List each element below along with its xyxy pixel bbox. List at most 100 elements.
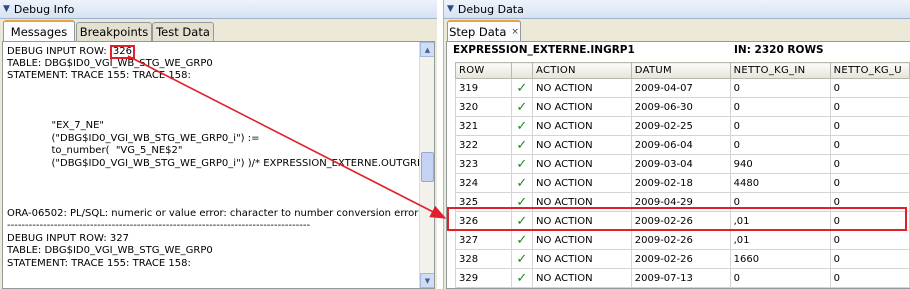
table-row[interactable]: 321 ✓ NO ACTION 2009-02-25 0 0: [455, 116, 910, 136]
table-cell: 940: [729, 154, 831, 174]
check-icon: ✓: [510, 173, 533, 193]
debug-info-title: Debug Info: [13, 2, 75, 16]
column-header[interactable]: NETTO_KG_IN: [729, 62, 831, 79]
table-row[interactable]: 323 ✓ NO ACTION 2009-03-04 940 0: [455, 154, 910, 174]
table-cell: 0: [829, 154, 910, 174]
table-cell: 0: [829, 173, 910, 193]
column-header[interactable]: [510, 62, 533, 79]
step-data-table: ROW ACTION DATUM NETTO_KG_IN NETTO_KG_U 319 ✓…: [455, 62, 910, 288]
highlighted-row-number: 326: [109, 45, 135, 59]
table-cell: 324: [455, 173, 512, 193]
message-line: ----------------------------------------…: [7, 220, 311, 231]
close-icon[interactable]: ×: [511, 27, 519, 37]
table-cell: 0: [829, 211, 910, 231]
check-icon: ✓: [510, 97, 533, 117]
collapse-triangle-icon[interactable]: ▼: [447, 4, 454, 14]
table-cell: 320: [455, 97, 512, 117]
table-row[interactable]: 322 ✓ NO ACTION 2009-06-04 0 0: [455, 135, 910, 155]
message-line: DEBUG INPUT ROW: 326: [7, 45, 417, 59]
table-cell: 0: [829, 268, 910, 288]
scroll-thumb[interactable]: [421, 152, 434, 182]
tab-test-data[interactable]: Test Data: [152, 22, 214, 41]
check-icon: ✓: [510, 116, 533, 136]
scroll-up-icon[interactable]: ▲: [420, 42, 434, 57]
table-body: 319 ✓ NO ACTION 2009-04-07 0 0 320 ✓ NO ACTION 20…: [455, 78, 910, 288]
table-row[interactable]: 324 ✓ NO ACTION 2009-02-18 4480 0: [455, 173, 910, 193]
message-line: TABLE: DBG$ID0_VGI_WB_STG_WE_GRP0: [7, 245, 213, 256]
table-row[interactable]: 326 ✓ NO ACTION 2009-02-26,01 0: [455, 211, 910, 231]
check-icon: ✓: [510, 249, 533, 269]
check-icon: ✓: [510, 78, 533, 98]
table-cell: 4480: [729, 173, 831, 193]
table-cell: 0: [829, 116, 910, 136]
column-header[interactable]: ACTION: [531, 62, 632, 79]
table-row[interactable]: 329 ✓ NO ACTION 2009-07-13 0 0: [455, 268, 910, 288]
message-line: DEBUG INPUT ROW: 327: [7, 232, 129, 244]
table-cell: NO ACTION: [531, 97, 632, 117]
table-cell: 327: [455, 230, 512, 250]
table-cell: ,01: [729, 211, 831, 231]
tab-messages[interactable]: Messages: [3, 20, 75, 41]
table-cell: NO ACTION: [531, 116, 632, 136]
table-cell: NO ACTION: [531, 135, 632, 155]
table-row[interactable]: 328 ✓ NO ACTION 2009-02-26 1660 0: [455, 249, 910, 269]
table-cell: 0: [729, 78, 831, 98]
table-cell: 0: [829, 230, 910, 250]
check-icon: ✓: [510, 192, 533, 212]
table-cell: 0: [729, 268, 831, 288]
table-row[interactable]: 320 ✓ NO ACTION 2009-06-30 0 0: [455, 97, 910, 117]
table-cell: NO ACTION: [531, 173, 632, 193]
messages-text-area[interactable]: DEBUG INPUT ROW: 326 TABLE: DBG$ID0_VGI_W…: [2, 41, 435, 289]
message-line: STATEMENT: TRACE 155: TRACE 158:: [7, 70, 191, 81]
scroll-down-icon[interactable]: ▼: [420, 273, 434, 288]
collapse-triangle-icon[interactable]: ▼: [3, 4, 10, 14]
table-cell: 0: [729, 97, 831, 117]
message-line: [7, 83, 417, 96]
table-cell: 0: [829, 192, 910, 212]
table-cell: 2009-04-07: [630, 78, 731, 98]
table-cell: 0: [829, 135, 910, 155]
table-header-row: ROW ACTION DATUM NETTO_KG_IN NETTO_KG_U: [455, 62, 910, 79]
message-prefix: DEBUG INPUT ROW:: [7, 46, 110, 57]
table-cell: 319: [455, 78, 512, 98]
table-cell: 2009-06-30: [630, 97, 731, 117]
debug-info-panel: ▼ Debug Info Messages Breakpoints Test D…: [0, 0, 437, 289]
debug-data-header[interactable]: ▼ Debug Data: [444, 0, 910, 19]
table-cell: 1660: [729, 249, 831, 269]
column-header[interactable]: DATUM: [630, 62, 731, 79]
debug-data-tabbar: Step Data ×: [444, 19, 910, 41]
column-header[interactable]: ROW: [455, 62, 512, 79]
step-data-grid-area: EXPRESSION_EXTERNE.INGRP1 IN: 2320 ROWS …: [446, 41, 910, 289]
message-line: TABLE: DBG$ID0_VGI_WB_STG_WE_GRP0: [7, 57, 213, 69]
table-cell: 2009-07-13: [630, 268, 731, 288]
debug-data-title: Debug Data: [457, 2, 524, 16]
table-cell: 2009-02-26: [630, 249, 731, 269]
table-cell: 0: [829, 78, 910, 98]
table-row[interactable]: 319 ✓ NO ACTION 2009-04-07 0 0: [455, 78, 910, 98]
table-row[interactable]: 325 ✓ NO ACTION 2009-04-29 0 0: [455, 192, 910, 212]
debug-info-header[interactable]: ▼ Debug Info: [0, 0, 437, 19]
tab-step-data[interactable]: Step Data ×: [447, 20, 521, 41]
grid-row-count: IN: 2320 ROWS: [734, 44, 824, 56]
table-row[interactable]: 327 ✓ NO ACTION 2009-02-26,01 0: [455, 230, 910, 250]
debug-data-panel: ▼ Debug Data Step Data × EXPRESSION_EXTE…: [443, 0, 910, 289]
table-cell: 2009-06-04: [630, 135, 731, 155]
message-line: [7, 170, 417, 183]
table-cell: 2009-04-29: [630, 192, 731, 212]
tab-breakpoints[interactable]: Breakpoints: [76, 22, 152, 41]
table-cell: NO ACTION: [531, 268, 632, 288]
messages-scrollbar[interactable]: ▲ ▼: [419, 42, 434, 288]
message-line: [7, 195, 417, 208]
check-icon: ✓: [510, 211, 533, 231]
table-cell: 2009-02-25: [630, 116, 731, 136]
grid-caption: EXPRESSION_EXTERNE.INGRP1: [453, 44, 635, 56]
column-header[interactable]: NETTO_KG_U: [829, 62, 910, 79]
table-cell: NO ACTION: [531, 78, 632, 98]
table-cell: NO ACTION: [531, 230, 632, 250]
table-cell: 0: [829, 97, 910, 117]
table-cell: NO ACTION: [531, 211, 632, 231]
table-cell: 323: [455, 154, 512, 174]
table-cell: 2009-02-18: [630, 173, 731, 193]
table-cell: 2009-03-04: [630, 154, 731, 174]
table-cell: 329: [455, 268, 512, 288]
